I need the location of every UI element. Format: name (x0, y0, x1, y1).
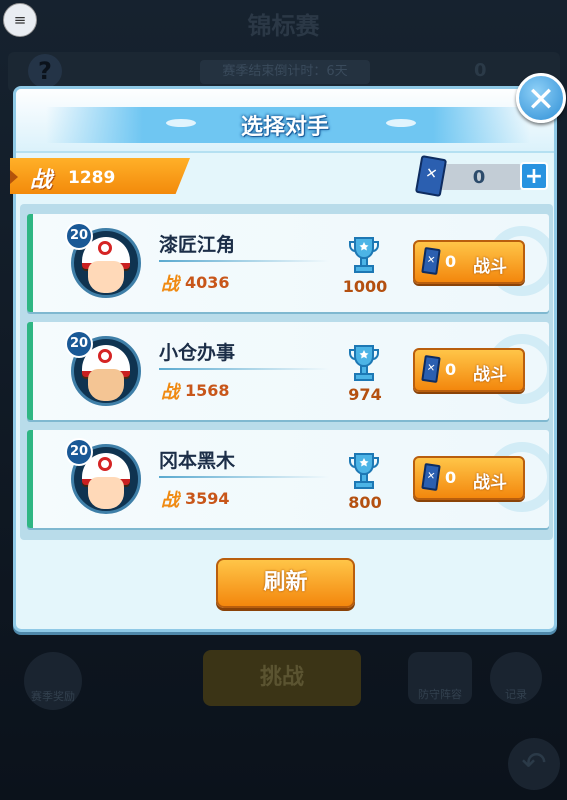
help-icon[interactable]: ? (28, 54, 62, 88)
ticket-count: 0 (472, 167, 486, 188)
divider (159, 368, 329, 370)
trophy-icon (349, 237, 379, 273)
record-button[interactable]: 记录 (490, 652, 542, 704)
back-icon[interactable]: ↶ (508, 738, 560, 790)
battle-ticket-icon: ✕ (421, 247, 441, 275)
season-reward-button[interactable]: 赛季奖励 (24, 652, 82, 710)
background-ticket-count: 0 (474, 60, 487, 81)
badge-arrow (10, 170, 18, 184)
fight-label: 战斗 (473, 257, 507, 277)
menu-icon[interactable]: ≡ (3, 3, 37, 37)
level-badge: 20 (65, 222, 93, 250)
fight-button[interactable]: ✕ 0 战斗 (413, 456, 525, 500)
dialog-header: 选择对手 (16, 89, 554, 153)
fight-button[interactable]: ✕ 0 战斗 (413, 348, 525, 392)
battle-ticket-icon: ✕ (421, 463, 441, 491)
power-icon: 战 (161, 274, 179, 295)
opponent-name: 小仓办事 (159, 342, 236, 364)
player-power-value: 1289 (68, 168, 116, 188)
battle-ticket-icon: ✕ (421, 355, 441, 383)
tournament-title: 锦标赛 (247, 12, 320, 40)
fight-label: 战斗 (473, 473, 507, 493)
opponent-card: 20 冈本黑木 战 3594 800 ✕ 0 战斗 (27, 430, 549, 528)
trophy-icon (349, 345, 379, 381)
level-badge: 20 (65, 438, 93, 466)
ticket-cost: 0 (445, 252, 457, 271)
opponent-name: 冈本黑木 (159, 450, 236, 472)
trophy-icon (349, 453, 379, 489)
divider (159, 476, 329, 478)
trophy-count: 800 (348, 493, 382, 512)
add-ticket-button[interactable]: + (520, 162, 548, 190)
refresh-button[interactable]: 刷新 (216, 558, 355, 608)
divider (159, 260, 329, 262)
opponent-power: 1568 (185, 381, 230, 400)
fight-button[interactable]: ✕ 0 战斗 (413, 240, 525, 284)
close-button[interactable]: ✕ (516, 73, 566, 123)
ticket-cost: 0 (445, 468, 457, 487)
opponent-power: 4036 (185, 273, 230, 292)
opponent-name: 漆匠江角 (159, 234, 236, 256)
defense-lineup-button[interactable]: 防守阵容 (408, 652, 472, 704)
level-badge: 20 (65, 330, 93, 358)
opponent-card: 20 小仓办事 战 1568 974 ✕ 0 战斗 (27, 322, 549, 420)
power-icon: 战 (30, 168, 53, 193)
opponent-card: 20 漆匠江角 战 4036 1000 ✕ 0 战斗 (27, 214, 549, 312)
dialog-title: 选择对手 (240, 115, 329, 140)
season-countdown: 赛季结束倒计时：6天 (200, 60, 370, 84)
power-icon: 战 (161, 382, 179, 403)
challenge-button[interactable]: 挑战 (203, 650, 361, 706)
opponent-power: 3594 (185, 489, 230, 508)
trophy-count: 974 (348, 385, 382, 404)
power-icon: 战 (161, 490, 179, 511)
ticket-cost: 0 (445, 360, 457, 379)
trophy-count: 1000 (342, 277, 388, 296)
fight-label: 战斗 (473, 365, 507, 385)
